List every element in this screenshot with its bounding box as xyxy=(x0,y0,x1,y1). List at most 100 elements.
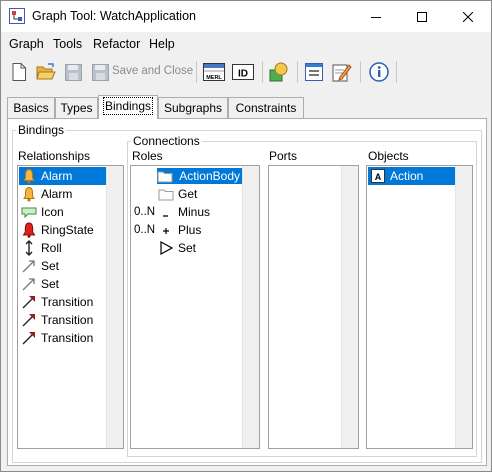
role-item-label: Set xyxy=(178,241,197,255)
relationship-item[interactable]: Transition xyxy=(19,293,106,311)
svg-text:ID: ID xyxy=(238,69,248,80)
open-button[interactable] xyxy=(34,60,58,84)
bell-icon xyxy=(21,168,37,184)
menu-refactor[interactable]: Refactor xyxy=(93,37,140,51)
svg-text:MERL: MERL xyxy=(206,75,222,81)
id-button[interactable]: ID xyxy=(230,60,256,84)
object-item-label: Action xyxy=(390,169,424,183)
relationship-item[interactable]: Icon xyxy=(19,203,106,221)
svg-text:A: A xyxy=(375,172,382,182)
menu-tools[interactable]: Tools xyxy=(53,37,82,51)
menu-bar: Graph Tools Refactor Help xyxy=(1,34,491,54)
relationship-item-label: Roll xyxy=(41,241,62,255)
relationship-item-label: Set xyxy=(41,277,60,291)
relationship-item[interactable]: RingState xyxy=(19,221,106,239)
merl-button[interactable]: MERL xyxy=(201,60,227,84)
relationship-item-label: Icon xyxy=(41,205,64,219)
app-icon xyxy=(9,8,25,24)
relationship-item[interactable]: Alarm xyxy=(19,185,106,203)
role-item-label: Plus xyxy=(178,223,202,237)
tab-basics[interactable]: Basics xyxy=(7,97,55,118)
maximize-icon xyxy=(417,11,427,22)
relationships-list[interactable]: Alarm Alarm Icon RingState Roll Set Set Transit… xyxy=(17,165,124,449)
ports-scrollbar[interactable] xyxy=(341,166,358,448)
edit-button[interactable] xyxy=(330,60,354,84)
speech-bubble-icon xyxy=(21,204,37,220)
relationship-item[interactable]: Set xyxy=(19,257,106,275)
red-bell-icon xyxy=(21,222,37,238)
save-and-close-button[interactable]: Save and Close xyxy=(112,65,193,77)
relationships-label: Relationships xyxy=(18,149,91,163)
object-a-icon: A xyxy=(370,168,386,184)
new-document-icon xyxy=(12,63,26,81)
tab-bindings[interactable]: Bindings xyxy=(98,95,158,119)
relationship-item-label: Alarm xyxy=(41,187,73,201)
dark-red-arrow-icon xyxy=(21,330,37,346)
objects-scrollbar[interactable] xyxy=(455,166,472,448)
title-bar[interactable]: Graph Tool: WatchApplication xyxy=(1,1,491,32)
role-item[interactable]: 0..N Minus xyxy=(132,203,242,221)
bindings-panel: Bindings Relationships Alarm Alarm Icon Rin… xyxy=(7,118,487,466)
new-button[interactable] xyxy=(7,60,31,84)
relationship-item-label: Transition xyxy=(41,331,94,345)
info-icon xyxy=(369,62,389,82)
objects-list[interactable]: A Action xyxy=(366,165,473,449)
properties-button[interactable] xyxy=(302,60,326,84)
plus-icon xyxy=(158,222,174,238)
relationship-item-label: RingState xyxy=(41,223,94,237)
relationship-item[interactable]: Set xyxy=(19,275,106,293)
role-item[interactable]: ActionBody xyxy=(132,167,242,185)
toolbar-separator xyxy=(196,61,197,83)
shapes-button[interactable] xyxy=(267,60,291,84)
ports-list[interactable] xyxy=(268,165,359,449)
relationship-item[interactable]: Alarm xyxy=(19,167,106,185)
save-icon xyxy=(64,63,82,81)
toolbar-separator xyxy=(360,61,361,83)
relationship-item-label: Transition xyxy=(41,295,94,309)
open-folder-icon xyxy=(36,63,56,80)
relationships-scrollbar[interactable] xyxy=(106,166,123,448)
role-item[interactable]: Get xyxy=(132,185,242,203)
arrow-diagonal-icon xyxy=(21,276,37,292)
play-triangle-icon xyxy=(158,240,174,256)
minus-icon xyxy=(158,204,174,220)
relationship-item[interactable]: Transition xyxy=(19,329,106,347)
window-title: Graph Tool: WatchApplication xyxy=(32,9,196,23)
tab-subgraphs[interactable]: Subgraphs xyxy=(158,97,228,118)
roles-scrollbar[interactable] xyxy=(242,166,259,448)
minimize-icon xyxy=(371,16,381,18)
save-close-icon xyxy=(91,63,109,81)
shapes-icon xyxy=(269,62,288,82)
maximize-button[interactable] xyxy=(399,1,445,32)
menu-help[interactable]: Help xyxy=(149,37,175,51)
role-item-label: Minus xyxy=(178,205,211,219)
bindings-group-title: Bindings xyxy=(16,123,67,137)
menu-graph[interactable]: Graph xyxy=(9,37,44,51)
properties-window-icon xyxy=(305,63,323,81)
info-button[interactable] xyxy=(367,60,391,84)
toolbar-separator xyxy=(396,61,397,83)
merl-table-icon: MERL xyxy=(203,63,225,81)
relationship-item[interactable]: Roll xyxy=(19,239,106,257)
connections-group-title: Connections xyxy=(131,134,202,148)
relationship-item[interactable]: Transition xyxy=(19,311,106,329)
double-arrow-icon xyxy=(21,240,37,256)
close-button[interactable] xyxy=(445,1,491,32)
tab-types[interactable]: Types xyxy=(55,97,98,118)
folder-icon xyxy=(157,168,178,184)
roles-list[interactable]: ActionBody Get 0..N Minus 0..N Plus Set xyxy=(130,165,260,449)
role-item-label: ActionBody xyxy=(177,168,242,184)
save-and-close-icon-button[interactable] xyxy=(88,60,112,84)
relationship-item-label: Alarm xyxy=(41,169,73,183)
role-item[interactable]: Set xyxy=(132,239,242,257)
dark-red-arrow-icon xyxy=(21,312,37,328)
role-item[interactable]: 0..N Plus xyxy=(132,221,242,239)
objects-label: Objects xyxy=(368,149,409,163)
object-item[interactable]: A Action xyxy=(368,167,455,185)
minimize-button[interactable] xyxy=(353,1,399,32)
save-button[interactable] xyxy=(61,60,85,84)
cardinality-label: 0..N xyxy=(134,224,156,236)
ports-label: Ports xyxy=(269,149,298,163)
close-icon xyxy=(463,11,473,22)
tab-constraints[interactable]: Constraints xyxy=(228,97,304,118)
